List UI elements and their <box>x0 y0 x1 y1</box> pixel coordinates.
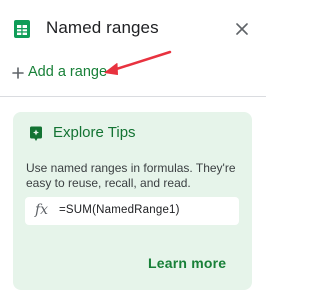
learn-more-link[interactable]: Learn more <box>148 255 226 271</box>
plus-icon <box>12 67 24 79</box>
add-range-button[interactable]: Add a range <box>0 56 266 94</box>
formula-example: fx =SUM(NamedRange1) <box>25 197 239 225</box>
explore-tips-card: Explore Tips Use named ranges in formula… <box>13 112 252 290</box>
close-button[interactable] <box>232 19 252 39</box>
tips-icon <box>30 126 42 141</box>
close-icon <box>236 23 248 35</box>
tips-body: Use named ranges in formulas. They're ea… <box>26 161 236 190</box>
panel-header: Named ranges <box>0 0 266 56</box>
fx-icon: fx <box>35 202 49 218</box>
formula-text: =SUM(NamedRange1) <box>59 204 180 216</box>
panel-title: Named ranges <box>46 18 159 37</box>
add-range-label: Add a range <box>28 64 108 80</box>
named-ranges-panel: Named ranges Add a range Explore Tips Us… <box>0 0 266 300</box>
tips-title: Explore Tips <box>53 124 136 141</box>
sheets-icon <box>14 20 30 38</box>
divider <box>0 96 266 97</box>
